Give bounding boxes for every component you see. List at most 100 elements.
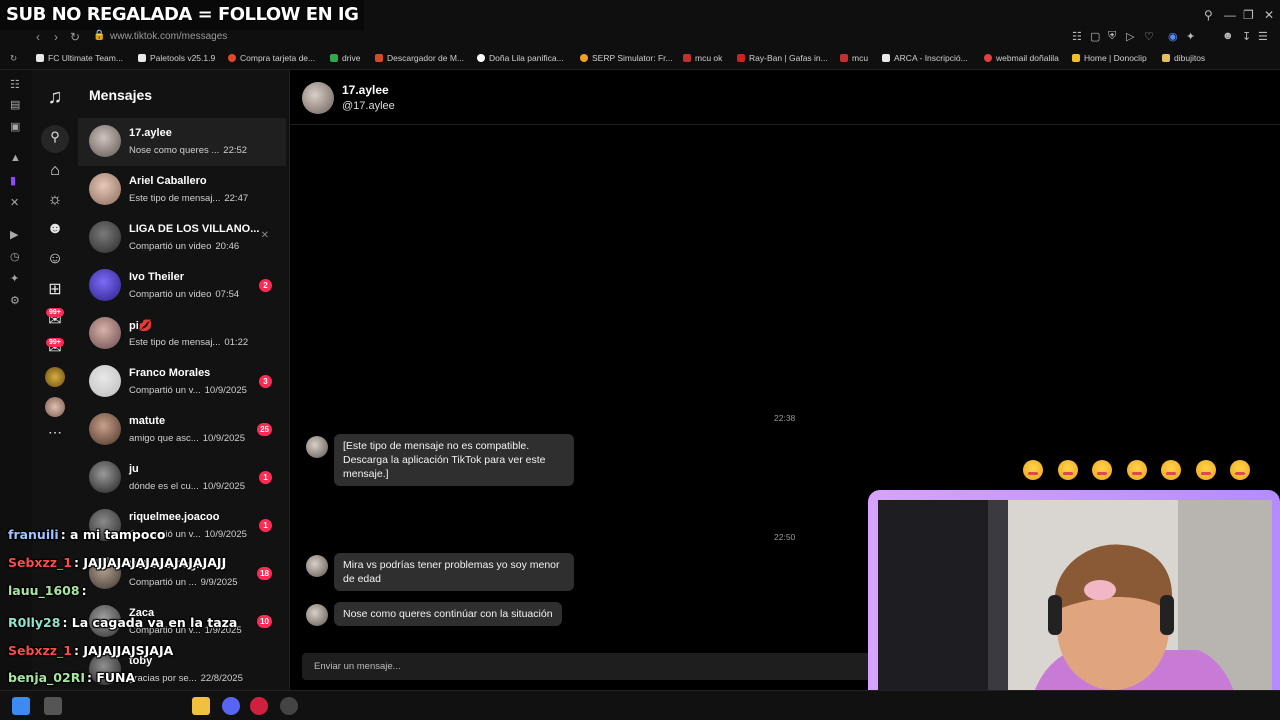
sidebar-app-icon[interactable]: ▣ [10, 120, 20, 133]
heart-icon[interactable]: ♡ [1144, 30, 1154, 43]
conversation-preview: amigo que asc... [129, 433, 199, 444]
search-icon[interactable]: ⚲ [1204, 8, 1213, 22]
avatar[interactable] [306, 436, 328, 458]
discord-icon[interactable] [222, 697, 240, 715]
more-icon[interactable]: ⋯ [46, 424, 64, 441]
emoji-kiss-icon[interactable] [1058, 460, 1078, 480]
avatar [89, 269, 121, 301]
conversation-name: 17.aylee [129, 127, 172, 139]
page-title: Mensajes [89, 87, 153, 103]
bookmark-item[interactable]: mcu ok [683, 53, 722, 63]
stream-chat-username: R0lly28 [8, 615, 61, 630]
conversation-item[interactable]: matute amigo que asc... 10/9/2025 25 [78, 406, 286, 454]
extensions-icon[interactable]: ✦ [10, 272, 19, 285]
stream-chat-message: : a mi tampoco [60, 527, 166, 542]
bookmark-item[interactable]: drive [330, 53, 360, 63]
minimize-icon[interactable]: — [1224, 8, 1236, 22]
conversation-preview: dónde es el cu... [129, 481, 199, 492]
bookmark-item[interactable]: Home | Donoclip [1072, 53, 1147, 63]
avatar[interactable] [302, 82, 334, 114]
account-icon[interactable]: ☻ [1222, 30, 1234, 42]
conversation-item[interactable]: Ivo Theiler Compartió un video 07:54 2 [78, 262, 286, 310]
taskview-icon[interactable] [44, 697, 62, 715]
stream-chat-message: : JAJJAJAJAJAJAJAJAJAJJ [74, 555, 227, 570]
conversation-name: Ariel Caballero [129, 175, 207, 187]
following-icon[interactable]: ☻ [46, 220, 64, 238]
puzzle-icon[interactable]: ✦ [1186, 30, 1195, 43]
avatar[interactable] [306, 555, 328, 577]
download-icon[interactable]: ↧ [1242, 30, 1251, 43]
conversation-preview-line: dónde es el cu... 10/9/2025 [129, 481, 245, 492]
back-icon[interactable]: ‹ [36, 30, 40, 44]
close-icon[interactable]: ✕ [1264, 8, 1274, 22]
explore-icon[interactable]: ☼ [46, 191, 64, 209]
bookmark-item[interactable]: FC Ultimate Team... [36, 53, 123, 63]
sidebar-app-icon[interactable]: ▤ [10, 98, 20, 111]
screenshot-icon[interactable]: ▢ [1090, 30, 1100, 43]
reload-icon[interactable]: ↻ [70, 30, 80, 44]
conversation-preview: gracias por se... [129, 673, 197, 684]
bookmark-item[interactable]: Doña Lila panifica... [477, 53, 564, 63]
extension-icon[interactable]: ☷ [1072, 30, 1082, 43]
emoji-tongue-icon[interactable] [1230, 460, 1250, 480]
sidebar-app-icon[interactable]: ▲ [10, 152, 21, 164]
profile-icon[interactable]: ◉ [1168, 30, 1178, 43]
stream-chat-username: Sebxzz_1 [8, 555, 72, 570]
conversation-item[interactable]: pi💋 Este tipo de mensaj... 01:22 [78, 310, 286, 358]
player-icon[interactable]: ▶ [10, 228, 18, 241]
twitch-icon[interactable]: ▮ [10, 174, 16, 187]
x-icon[interactable]: ✕ [10, 196, 19, 209]
bookmark-item[interactable]: webmail doñalila [984, 53, 1059, 63]
conversation-item[interactable]: ju dónde es el cu... 10/9/2025 1 [78, 454, 286, 502]
site-icon [984, 54, 992, 62]
menu-icon[interactable]: ☰ [1258, 30, 1268, 43]
play-icon[interactable]: ▷ [1126, 30, 1134, 43]
chat-name[interactable]: 17.aylee [342, 83, 389, 97]
bookmark-item[interactable]: ARCA - Inscripció... [882, 53, 968, 63]
profile-avatar[interactable] [45, 397, 65, 417]
avatar[interactable] [306, 604, 328, 626]
avatar [89, 461, 121, 493]
friends-icon[interactable]: ☺ [46, 250, 64, 268]
reload-page-icon[interactable]: ↻ [10, 53, 17, 64]
conversation-item[interactable]: Ariel Caballero Este tipo de mensaj... 22:… [78, 166, 286, 214]
conversation-item[interactable]: LIGA DE LOS VILLANO... Compartió un video… [78, 214, 286, 262]
bookmark-item[interactable]: Descargador de M... [375, 53, 464, 63]
settings-icon[interactable]: ⚙ [10, 294, 20, 307]
bookmark-item[interactable]: Paletools v25.1.9 [138, 53, 215, 63]
address-bar[interactable]: www.tiktok.com/messages [110, 31, 227, 42]
home-icon[interactable]: ⌂ [46, 162, 64, 180]
emoji-tongue-icon[interactable] [1196, 460, 1216, 480]
app-icon[interactable] [280, 697, 298, 715]
emoji-kiss-icon[interactable] [1023, 460, 1043, 480]
conversation-item[interactable]: 17.aylee Nose como queres ... 22:52 [78, 118, 286, 166]
bookmark-item[interactable]: dibujitos [1162, 53, 1205, 63]
history-icon[interactable]: ◷ [10, 250, 20, 263]
upload-icon[interactable]: ⊞ [46, 279, 64, 299]
bookmark-item[interactable]: SERP Simulator: Fr... [580, 53, 673, 63]
bookmark-item[interactable]: mcu [840, 53, 868, 63]
start-icon[interactable] [12, 697, 30, 715]
unread-badge: 1 [259, 519, 272, 532]
emoji-smile-icon[interactable] [1161, 460, 1181, 480]
bookmark-item[interactable]: Compra tarjeta de... [228, 53, 315, 63]
shield-icon[interactable]: ⛨ [1108, 30, 1116, 43]
opera-icon[interactable] [250, 697, 268, 715]
unread-badge: 3 [259, 375, 272, 388]
forward-icon[interactable]: › [54, 30, 58, 44]
conversation-time: 10/9/2025 [204, 529, 247, 540]
conversation-item[interactable]: Franco Morales Compartió un v... 10/9/2025… [78, 358, 286, 406]
emoji-kiss-icon[interactable] [1092, 460, 1112, 480]
sidebar-app-icon[interactable]: ☷ [10, 78, 20, 91]
conversation-time: 22:47 [224, 193, 249, 204]
folder-icon[interactable] [192, 697, 210, 715]
message-input[interactable] [302, 653, 872, 680]
conversation-item[interactable]: riquelmee.joacoo Compartió un v... 10/9/20… [78, 502, 286, 550]
page-icon [36, 54, 44, 62]
bookmark-item[interactable]: Ray-Ban | Gafas in... [737, 53, 828, 63]
maximize-icon[interactable]: ❐ [1243, 8, 1254, 22]
stream-chat-message: : La cagada va en la taza [62, 615, 238, 630]
tiktok-logo-icon[interactable]: ♫ [46, 86, 64, 109]
live-avatar[interactable] [45, 367, 65, 387]
emoji-kiss-icon[interactable] [1127, 460, 1147, 480]
